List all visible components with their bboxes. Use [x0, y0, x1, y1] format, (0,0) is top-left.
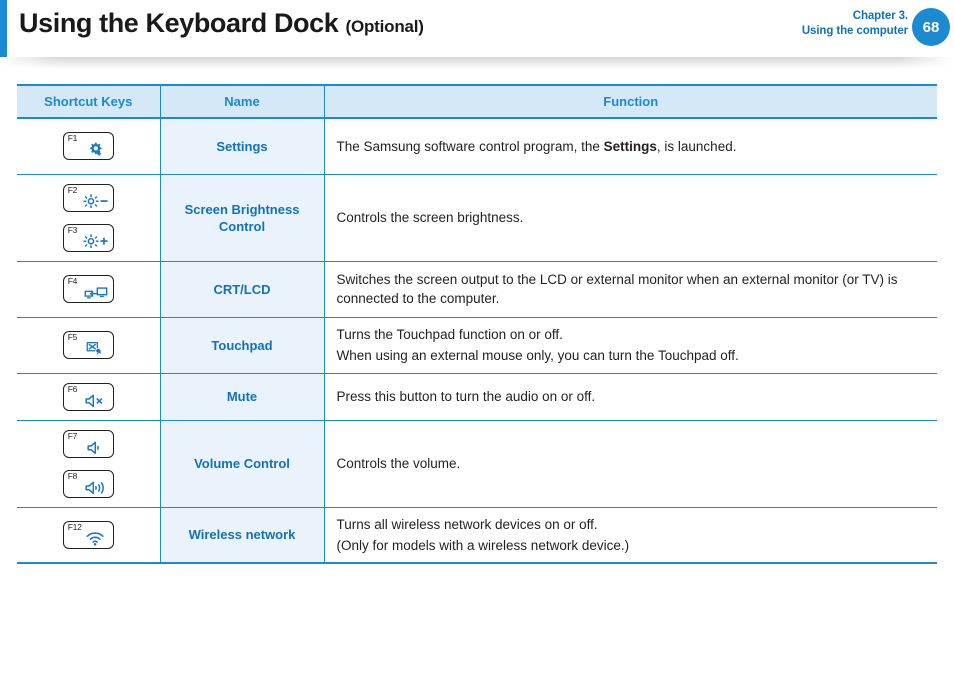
table-row: F7 F8 Volume Control Controls the volume. — [17, 420, 937, 508]
table-row: F4 CRT/LCD Switches the screen output to … — [17, 261, 937, 318]
shortcut-keys-cell: F4 — [17, 261, 161, 318]
shortcut-function-cell: Turns the Touchpad function on or off. Wh… — [323, 317, 937, 374]
table-row: F2 F3 Screen Brightness Control Controls… — [17, 174, 937, 262]
volume-up-speaker-icon — [83, 480, 109, 495]
touchpad-off-icon — [83, 341, 109, 356]
key-stack: F1 — [17, 129, 160, 163]
shortcut-function-cell: The Samsung software control program, th… — [323, 118, 937, 175]
column-header-shortcut-keys: Shortcut Keys — [17, 84, 161, 119]
function-text-line: (Only for models with a wireless network… — [336, 537, 630, 553]
shortcut-name-cell: Settings — [159, 118, 325, 175]
shortcut-name-cell: Screen Brightness Control — [159, 174, 325, 262]
shortcut-function-cell: Controls the screen brightness. — [323, 174, 937, 262]
shortcut-function-cell: Switches the screen output to the LCD or… — [323, 261, 937, 318]
table-row: F6 Mute Press this button to turn the aud… — [17, 373, 937, 421]
brightness-down-icon — [83, 193, 109, 209]
page-number-badge: 68 — [912, 8, 950, 46]
page-header: Using the Keyboard Dock (Optional) Chapt… — [0, 0, 954, 69]
mute-speaker-icon — [83, 393, 109, 408]
key-stack: F2 F3 — [17, 181, 160, 255]
table-row: F1 Settings The Samsung software control … — [17, 118, 937, 175]
table-row: F5 Touchpad Turns the Touchpad function o… — [17, 317, 937, 374]
dual-monitor-icon — [83, 285, 109, 300]
key-stack: F7 F8 — [17, 427, 160, 501]
table-body: F1 Settings The Samsung software control … — [17, 118, 937, 564]
function-text-line: When using an external mouse only, you c… — [336, 348, 739, 363]
shortcut-name-cell: Wireless network — [159, 507, 325, 564]
shortcut-function-cell: Press this button to turn the audio on o… — [323, 373, 937, 421]
key-stack: F12 — [17, 518, 160, 552]
keycap-f1: F1 — [62, 132, 114, 161]
page-title-main: Using the Keyboard Dock — [19, 8, 339, 38]
shortcut-name-cell: Mute — [159, 373, 325, 421]
column-header-name: Name — [159, 84, 325, 119]
shortcut-keys-cell: F7 F8 — [17, 420, 161, 508]
keycap-label: F7 — [67, 430, 78, 441]
chapter-label: Chapter 3. Using the computer — [802, 9, 908, 39]
function-text-line: Controls the screen brightness. — [336, 210, 524, 225]
keycap-f3: F3 — [62, 223, 114, 252]
keycap-f5: F5 — [62, 331, 114, 359]
function-text-line: Press this button to turn the audio on o… — [336, 389, 596, 404]
keycap-label: F12 — [67, 521, 82, 532]
shortcut-name-cell: CRT/LCD — [159, 261, 325, 318]
table-row: F12 Wireless network Turns all wireless n… — [17, 507, 937, 564]
shortcut-keys-cell: F6 — [17, 373, 161, 421]
keycap-f2: F2 — [62, 183, 114, 212]
key-stack: F4 — [17, 272, 160, 306]
wireless-network-icon — [83, 531, 109, 546]
keycap-label: F2 — [67, 184, 78, 195]
volume-down-speaker-icon — [83, 440, 109, 455]
keycap-f7: F7 — [62, 429, 114, 458]
keycap-label: F6 — [67, 383, 78, 394]
table-header-row: Shortcut Keys Name Function — [17, 84, 937, 119]
function-text-line: Switches the screen output to the LCD or… — [336, 272, 898, 306]
brightness-up-icon — [83, 233, 109, 249]
shortcut-name-cell: Volume Control — [159, 420, 325, 508]
shortcut-keys-cell: F5 — [17, 317, 161, 374]
key-stack: F6 — [17, 380, 160, 414]
function-text-line: Turns all wireless network devices on or… — [336, 516, 598, 532]
keycap-f4: F4 — [62, 275, 114, 303]
shortcut-keys-cell: F12 — [17, 507, 161, 564]
shortcut-keys-cell: F1 — [17, 118, 161, 175]
shortcut-function-cell: Controls the volume. — [323, 420, 937, 508]
shortcut-function-cell: Turns all wireless network devices on or… — [323, 507, 937, 564]
page-title-optional: (Optional) — [345, 17, 424, 36]
header-accent-bar — [0, 0, 7, 57]
column-header-function: Function — [323, 84, 937, 119]
shortcut-keys-table: Shortcut Keys Name Function F1 Settings T… — [17, 84, 937, 564]
function-text-line: Turns the Touchpad function on or off. — [336, 327, 563, 342]
chapter-number: Chapter 3. — [852, 10, 908, 22]
keycap-f8: F8 — [62, 469, 114, 498]
function-text-line: Controls the volume. — [336, 456, 461, 471]
settings-gear-icon — [83, 142, 109, 157]
key-stack: F5 — [17, 328, 160, 362]
shortcut-name-cell: Touchpad — [159, 317, 325, 374]
shortcut-keys-cell: F2 F3 — [17, 174, 161, 262]
keycap-label: F8 — [67, 470, 78, 481]
keycap-f12: F12 — [62, 520, 114, 549]
keycap-label: F4 — [67, 276, 78, 286]
keycap-label: F5 — [67, 332, 78, 342]
table-header: Shortcut Keys Name Function — [17, 84, 937, 119]
function-text-emphasis: Settings — [603, 138, 657, 154]
chapter-name: Using the computer — [801, 25, 908, 37]
function-text-line: The Samsung software control program, th… — [336, 138, 737, 154]
keycap-label: F3 — [67, 224, 78, 235]
header-divider-shadow — [0, 57, 954, 69]
keycap-f6: F6 — [62, 382, 114, 411]
keycap-label: F1 — [67, 133, 78, 144]
page-title: Using the Keyboard Dock (Optional) — [19, 8, 424, 39]
